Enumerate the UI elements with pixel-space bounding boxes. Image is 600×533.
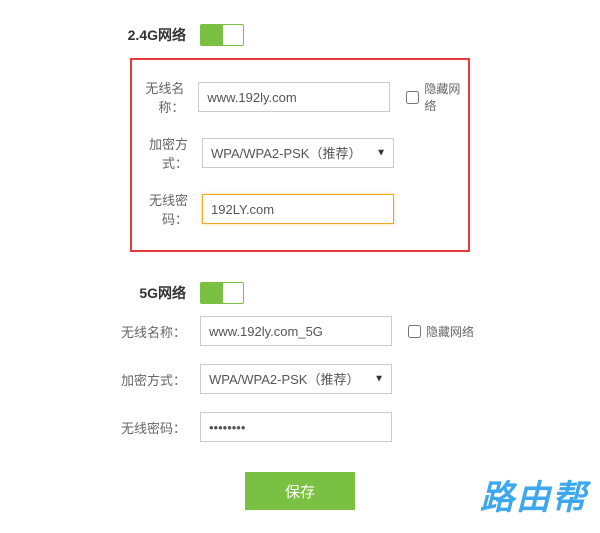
hide-5g-wrapper: 隐藏网络 <box>408 323 474 340</box>
ssid-5g-input[interactable] <box>200 316 392 346</box>
password-24g-input[interactable] <box>202 194 394 224</box>
network-24g-header: 2.4G网络 <box>0 24 600 46</box>
password-5g-row: 无线密码： <box>0 412 600 442</box>
network-5g-title: 5G网络 <box>0 283 200 303</box>
encryption-5g-row: 加密方式： WPA/WPA2-PSK（推荐） ▼ <box>0 364 600 394</box>
ssid-5g-row: 无线名称： 隐藏网络 <box>0 316 600 346</box>
ssid-24g-label: 无线名称： <box>132 78 198 116</box>
network-24g-block: 2.4G网络 无线名称： 隐藏网络 加密方式： WPA/WPA2-PSK（推荐）… <box>0 0 600 252</box>
hide-24g-wrapper: 隐藏网络 <box>406 80 468 114</box>
encryption-5g-select-wrapper: WPA/WPA2-PSK（推荐） ▼ <box>200 364 392 394</box>
hide-24g-checkbox[interactable] <box>406 91 419 104</box>
ssid-5g-label: 无线名称： <box>0 322 200 341</box>
encryption-24g-select-wrapper: WPA/WPA2-PSK（推荐） ▼ <box>202 138 394 168</box>
encryption-24g-row: 加密方式： WPA/WPA2-PSK（推荐） ▼ <box>132 134 468 172</box>
encryption-24g-select[interactable]: WPA/WPA2-PSK（推荐） <box>202 138 394 168</box>
ssid-24g-input[interactable] <box>198 82 390 112</box>
watermark: 路由帮 <box>480 470 588 519</box>
network-24g-toggle[interactable] <box>200 24 244 46</box>
ssid-24g-row: 无线名称： 隐藏网络 <box>132 78 468 116</box>
hide-5g-checkbox[interactable] <box>408 325 421 338</box>
network-5g-block: 5G网络 无线名称： 隐藏网络 加密方式： WPA/WPA2-PSK（推荐） ▼… <box>0 252 600 442</box>
encryption-24g-label: 加密方式： <box>132 134 202 172</box>
encryption-5g-select[interactable]: WPA/WPA2-PSK（推荐） <box>200 364 392 394</box>
network-24g-title: 2.4G网络 <box>0 25 200 45</box>
network-5g-header: 5G网络 <box>0 282 600 304</box>
network-5g-toggle[interactable] <box>200 282 244 304</box>
password-5g-input[interactable] <box>200 412 392 442</box>
hide-24g-label: 隐藏网络 <box>424 80 468 114</box>
password-24g-label: 无线密码： <box>132 190 202 228</box>
highlight-24g-box: 无线名称： 隐藏网络 加密方式： WPA/WPA2-PSK（推荐） ▼ 无线密码… <box>130 58 470 252</box>
save-button[interactable]: 保存 <box>245 472 355 510</box>
hide-5g-label: 隐藏网络 <box>426 323 474 340</box>
encryption-5g-label: 加密方式： <box>0 370 200 389</box>
toggle-knob <box>223 25 243 45</box>
toggle-knob <box>223 283 243 303</box>
password-5g-label: 无线密码： <box>0 418 200 437</box>
password-24g-row: 无线密码： <box>132 190 468 228</box>
